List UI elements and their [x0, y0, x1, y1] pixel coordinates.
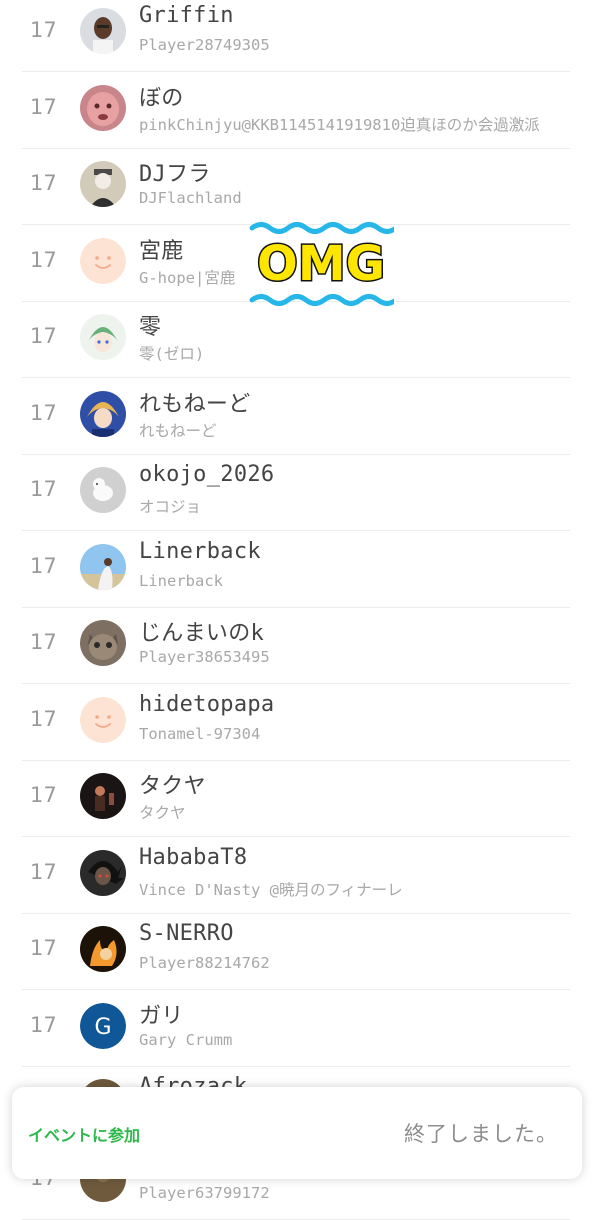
player-handle: Gary Crumm — [139, 1030, 233, 1049]
rank-label: 17 — [30, 706, 57, 731]
join-event-link[interactable]: イベントに参加 — [28, 1122, 140, 1146]
player-name: Linerback — [139, 538, 261, 564]
player-handle: タクヤ — [139, 804, 186, 822]
player-name: 零 — [139, 315, 162, 340]
leaderboard-row[interactable]: 17 G ガリ Gary Crumm — [22, 991, 570, 1067]
dark-character-avatar[interactable] — [80, 849, 126, 896]
fire-avatar[interactable] — [80, 926, 126, 972]
rank-label: 17 — [30, 630, 57, 654]
rank-label: 17 — [30, 247, 57, 272]
letter-g-avatar[interactable]: G — [80, 1002, 126, 1049]
player-handle: 零(ゼロ) — [139, 345, 205, 363]
person-mask-avatar[interactable] — [80, 161, 126, 207]
omg-sticker: OMG — [249, 222, 394, 306]
player-name: タクヤ — [139, 774, 206, 799]
rank-label: 17 — [30, 477, 57, 501]
player-handle: DJFlachland — [139, 189, 242, 207]
rank-label: 17 — [30, 859, 57, 884]
rank-label: 17 — [30, 18, 57, 42]
player-handle: Player88214762 — [139, 954, 270, 972]
leaderboard-row[interactable]: 17 ぼの pinkChinjyu@KKB1145141919810迫真ほのか会過激… — [22, 73, 570, 149]
player-handle: れもねーど — [139, 421, 217, 440]
player-handle: Player63799172 — [139, 1183, 270, 1202]
player-handle: Vince D'Nasty @暁月のフィナーレ — [139, 880, 403, 899]
rank-label: 17 — [30, 553, 57, 578]
default-smiley-avatar[interactable] — [80, 696, 126, 743]
player-name: ぼの — [139, 85, 184, 111]
sky-avatar[interactable] — [80, 543, 126, 590]
svg-text:G: G — [94, 1015, 111, 1040]
rank-label: 17 — [30, 400, 57, 425]
player-handle: G-hope|宮鹿 — [139, 268, 236, 287]
player-name: DJフラ — [139, 162, 211, 187]
player-name: じんまいのk — [139, 621, 265, 646]
leaderboard-row[interactable]: 17 タクヤ タクヤ — [22, 761, 570, 837]
leaderboard-row[interactable]: 17 じんまいのk Player38653495 — [22, 608, 570, 684]
player-name: okojo_2026 — [139, 462, 275, 487]
player-handle: オコジョ — [139, 498, 202, 516]
rank-label: 17 — [30, 936, 57, 960]
rank-label: 17 — [30, 783, 57, 807]
ermine-avatar[interactable] — [80, 467, 126, 513]
player-name: S-NERRO — [139, 921, 234, 946]
player-handle: Player38653495 — [139, 648, 270, 666]
leaderboard-row[interactable]: 17 okojo_2026 オコジョ — [22, 455, 570, 531]
player-handle: Tonamel-97304 — [139, 724, 261, 743]
leaderboard-row[interactable]: 17 れもねーど れもねーど — [22, 379, 570, 455]
player-handle: pinkChinjyu@KKB1145141919810迫真ほのか会過激派 — [139, 115, 540, 134]
default-smiley-avatar[interactable] — [80, 237, 126, 284]
photo-man-avatar[interactable] — [80, 8, 126, 54]
dark-photo-avatar[interactable] — [80, 773, 126, 819]
leaderboard-row[interactable]: 17 零零(ゼロ) — [22, 302, 570, 378]
leaderboard-row[interactable]: 17 Linerback Linerback — [22, 532, 570, 608]
player-name: 宮鹿 — [139, 238, 184, 264]
event-ended-status: 終了しました。 — [404, 1122, 558, 1146]
cat-avatar[interactable] — [80, 620, 126, 666]
leaderboard-row[interactable]: 17 Griffin Player28749305 — [22, 0, 570, 72]
player-name: Griffin — [139, 3, 234, 28]
leaderboard-row[interactable]: 17 S-NERRO Player88214762 — [22, 914, 570, 990]
player-name: hidetopapa — [139, 691, 275, 717]
omg-text: OMG — [257, 236, 385, 292]
player-handle: Player28749305 — [139, 36, 270, 54]
photo-face-avatar[interactable] — [80, 84, 126, 131]
rank-label: 17 — [30, 324, 57, 348]
rank-label: 17 — [30, 1012, 57, 1037]
anime-blonde-avatar[interactable] — [80, 390, 126, 437]
rank-label: 17 — [30, 94, 57, 119]
player-name: HababaT8 — [139, 844, 248, 870]
rank-label: 17 — [30, 171, 57, 195]
player-name: れもねーど — [139, 391, 251, 417]
player-handle: Linerback — [139, 571, 223, 590]
player-name: ガリ — [139, 1003, 184, 1029]
leaderboard-row[interactable]: 17 HababaT8 Vince D'Nasty @暁月のフィナーレ — [22, 838, 570, 914]
leaderboard-row[interactable]: 17 hidetopapa Tonamel-97304 — [22, 685, 570, 761]
leaderboard-row[interactable]: 17 DJフラ DJFlachland — [22, 149, 570, 225]
anime-girl-avatar[interactable] — [80, 314, 126, 360]
event-footer-bar: イベントに参加 終了しました。 — [12, 1087, 582, 1179]
